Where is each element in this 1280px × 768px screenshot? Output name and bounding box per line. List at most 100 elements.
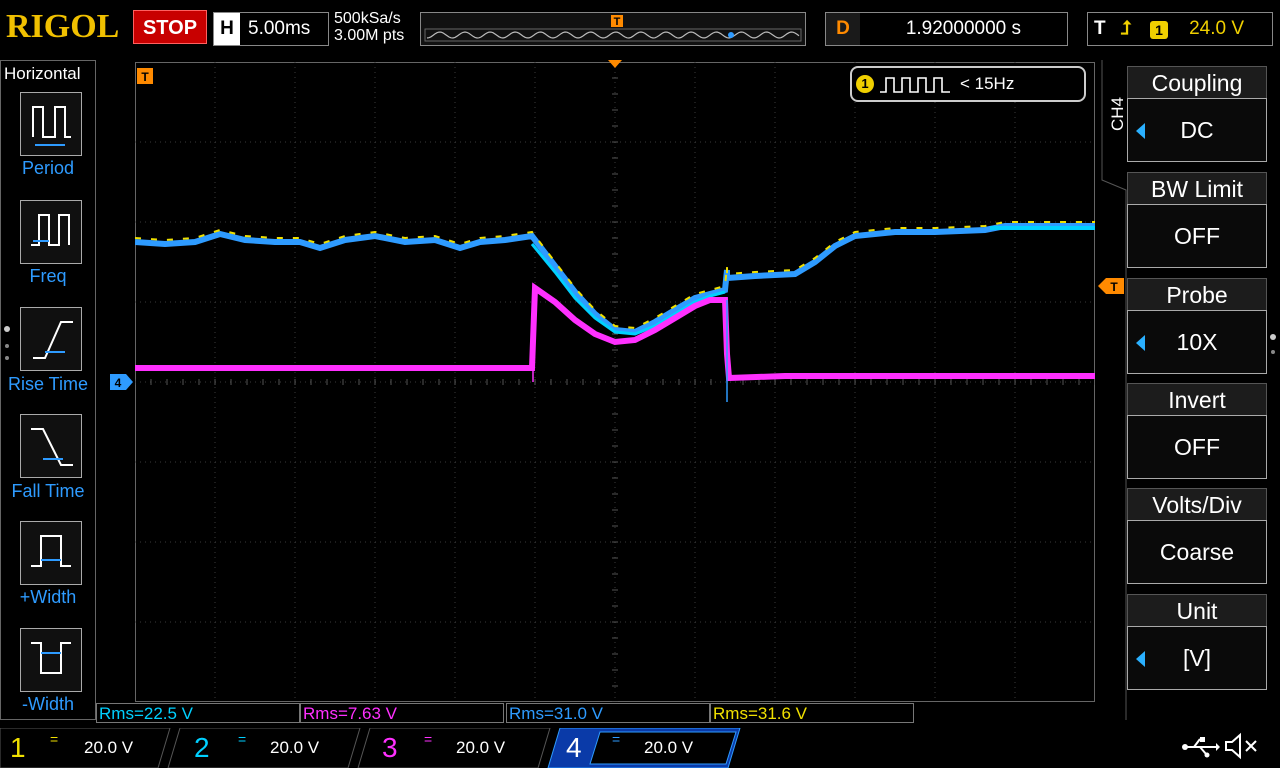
volts-div-value: Coarse bbox=[1159, 539, 1235, 565]
ch1-number: 1 bbox=[10, 732, 26, 763]
positive-width-icon bbox=[31, 535, 71, 567]
usb-icon bbox=[1182, 737, 1220, 758]
arrow-left-icon bbox=[1136, 651, 1145, 667]
delay-value: 1.92000000 s bbox=[905, 18, 1021, 39]
measurement-text: Rms=31.0 V bbox=[509, 704, 604, 723]
coupling-value: DC bbox=[1180, 117, 1214, 143]
volts-div-button[interactable]: Coarse bbox=[1127, 520, 1267, 584]
delay-display[interactable]: D 1.92000000 s bbox=[825, 12, 1068, 46]
fall-time-button[interactable] bbox=[20, 414, 82, 478]
square-wave-icon bbox=[880, 77, 950, 93]
fall-time-label: Fall Time bbox=[11, 481, 85, 501]
unit-button[interactable]: [V] bbox=[1127, 626, 1267, 690]
invert-button[interactable]: OFF bbox=[1127, 415, 1267, 479]
rising-edge-icon: ⮥ bbox=[1120, 18, 1132, 39]
mem-trigger-marker: T bbox=[614, 16, 621, 28]
ch4-scale: 20.0 V bbox=[644, 738, 694, 757]
sample-rate: 500kSa/s bbox=[334, 10, 401, 27]
probe-title: Probe bbox=[1127, 278, 1267, 310]
positive-width-label: +Width bbox=[19, 587, 77, 607]
memory-overview-bar[interactable]: T bbox=[420, 12, 806, 46]
dc-coupling-icon: = bbox=[50, 731, 59, 747]
ch3-scale: 20.0 V bbox=[456, 738, 506, 757]
ch4-number: 4 bbox=[566, 732, 582, 763]
probe-value: 10X bbox=[1176, 329, 1218, 355]
horizontal-label: H bbox=[214, 13, 240, 45]
waveform-grid bbox=[134, 61, 1096, 703]
channel-1-tab[interactable]: 1 = 20.0 V bbox=[0, 728, 170, 768]
ch2-scale: 20.0 V bbox=[270, 738, 320, 757]
measurement-text: Rms=31.6 V bbox=[713, 704, 808, 723]
trigger-level: 24.0 V bbox=[1189, 18, 1244, 39]
coupling-button[interactable]: DC bbox=[1127, 98, 1267, 162]
rise-time-button[interactable] bbox=[20, 307, 82, 371]
channel-menu-label: CH4 bbox=[1108, 96, 1128, 132]
delay-label: D bbox=[826, 13, 860, 45]
timebase-display[interactable]: H 5.00ms bbox=[213, 12, 329, 46]
unit-group[interactable]: Unit [V] bbox=[1127, 594, 1267, 690]
volts-div-group[interactable]: Volts/Div Coarse bbox=[1127, 488, 1267, 584]
trigger-position-label: T bbox=[141, 70, 149, 84]
volts-div-title: Volts/Div bbox=[1127, 488, 1267, 520]
bw-limit-value: OFF bbox=[1174, 223, 1220, 249]
menu-title: Horizontal bbox=[4, 64, 81, 83]
scroll-indicator-icon bbox=[1271, 350, 1275, 354]
ch4-offset-marker[interactable]: 4 bbox=[110, 374, 134, 390]
acquisition-info: 500kSa/s 3.00M pts bbox=[334, 10, 404, 44]
rise-time-icon bbox=[33, 321, 73, 359]
arrow-left-icon bbox=[1136, 123, 1145, 139]
measurement-ch3-rms[interactable]: Rms=7.63 V bbox=[300, 703, 504, 723]
invert-title: Invert bbox=[1127, 383, 1267, 415]
invert-group[interactable]: Invert OFF bbox=[1127, 383, 1267, 479]
popup-channel-badge: 1 bbox=[856, 75, 874, 93]
scroll-indicator-icon bbox=[4, 326, 10, 332]
positive-width-button[interactable] bbox=[20, 521, 82, 585]
period-icon bbox=[32, 106, 71, 146]
trigger-frequency-popup: 1 < 15Hz bbox=[850, 66, 1086, 102]
measurement-ch4-rms[interactable]: Rms=31.0 V bbox=[506, 703, 710, 723]
period-label: Period bbox=[21, 158, 75, 178]
measurement-text: Rms=7.63 V bbox=[303, 704, 398, 723]
speaker-muted-icon[interactable] bbox=[1222, 732, 1262, 760]
measurement-text: Rms=22.5 V bbox=[99, 704, 194, 723]
coupling-group[interactable]: Coupling DC bbox=[1127, 66, 1267, 162]
channel-2-tab[interactable]: 2 = 20.0 V bbox=[180, 728, 350, 768]
dc-coupling-icon: = bbox=[424, 731, 433, 747]
probe-button[interactable]: 10X bbox=[1127, 310, 1267, 374]
measurement-ch2-rms[interactable]: Rms=22.5 V bbox=[96, 703, 300, 723]
ch2-number: 2 bbox=[194, 732, 210, 763]
channel-3-tab[interactable]: 3 = 20.0 V bbox=[370, 728, 540, 768]
negative-width-button[interactable] bbox=[20, 628, 82, 692]
scroll-indicator-icon bbox=[5, 344, 9, 348]
waveform-display[interactable] bbox=[134, 61, 1096, 703]
run-stop-status[interactable]: STOP bbox=[133, 10, 207, 44]
unit-title: Unit bbox=[1127, 594, 1267, 626]
trigger-display[interactable]: T ⮥ 1 24.0 V bbox=[1087, 12, 1273, 46]
measurement-ch1-rms[interactable]: Rms=31.6 V bbox=[710, 703, 914, 723]
bw-limit-group[interactable]: BW Limit OFF bbox=[1127, 172, 1267, 268]
freq-button[interactable] bbox=[20, 200, 82, 264]
negative-width-icon bbox=[31, 642, 71, 674]
invert-value: OFF bbox=[1174, 434, 1220, 460]
rigol-logo: RIGOL bbox=[6, 8, 120, 45]
arrow-left-icon bbox=[1136, 335, 1145, 351]
freq-icon bbox=[31, 214, 70, 246]
probe-group[interactable]: Probe 10X bbox=[1127, 278, 1267, 374]
period-button[interactable] bbox=[20, 92, 82, 156]
scroll-indicator-icon bbox=[1270, 334, 1276, 340]
bw-limit-button[interactable]: OFF bbox=[1127, 204, 1267, 268]
dc-coupling-icon: = bbox=[612, 731, 621, 747]
trigger-source: 1 bbox=[1150, 21, 1168, 39]
channel-4-tab[interactable]: 4 = 20.0 V bbox=[560, 728, 730, 768]
ch3-number: 3 bbox=[382, 732, 398, 763]
trigger-label: T bbox=[1094, 18, 1106, 39]
freq-label: Freq bbox=[29, 266, 67, 286]
ch1-scale: 20.0 V bbox=[84, 738, 134, 757]
trigger-position-marker: T bbox=[137, 68, 153, 84]
unit-value: [V] bbox=[1182, 645, 1212, 671]
rise-time-label: Rise Time bbox=[7, 374, 88, 394]
bw-limit-title: BW Limit bbox=[1127, 172, 1267, 204]
dc-coupling-icon: = bbox=[238, 731, 247, 747]
ch4-marker-label: 4 bbox=[115, 376, 122, 390]
memory-depth: 3.00M pts bbox=[334, 27, 405, 44]
